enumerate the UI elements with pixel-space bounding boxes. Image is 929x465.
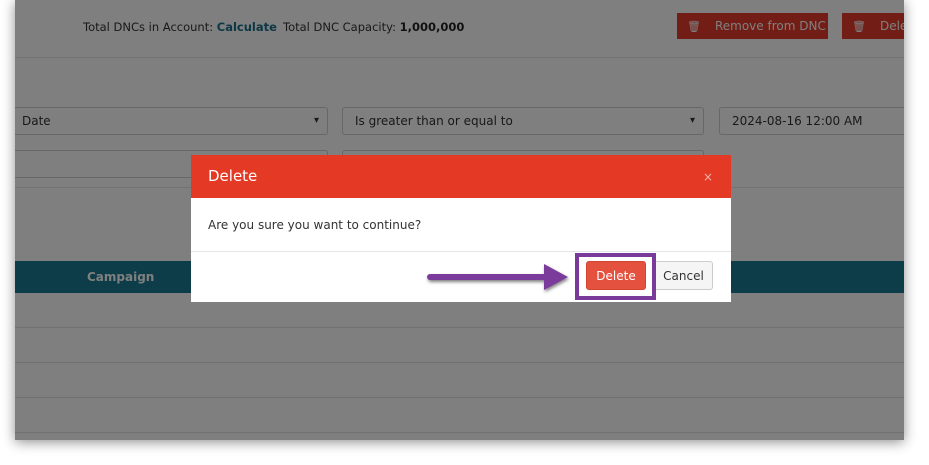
- dialog-title: Delete: [208, 167, 258, 185]
- close-icon[interactable]: ×: [703, 170, 713, 184]
- dialog-header: Delete ×: [191, 155, 731, 198]
- annotation-highlight-box: [575, 253, 656, 300]
- annotation-arrow-icon: [427, 264, 568, 290]
- dialog-message: Are you sure you want to continue?: [208, 218, 422, 232]
- cancel-button[interactable]: Cancel: [654, 261, 713, 290]
- dialog-body: Are you sure you want to continue?: [191, 198, 731, 252]
